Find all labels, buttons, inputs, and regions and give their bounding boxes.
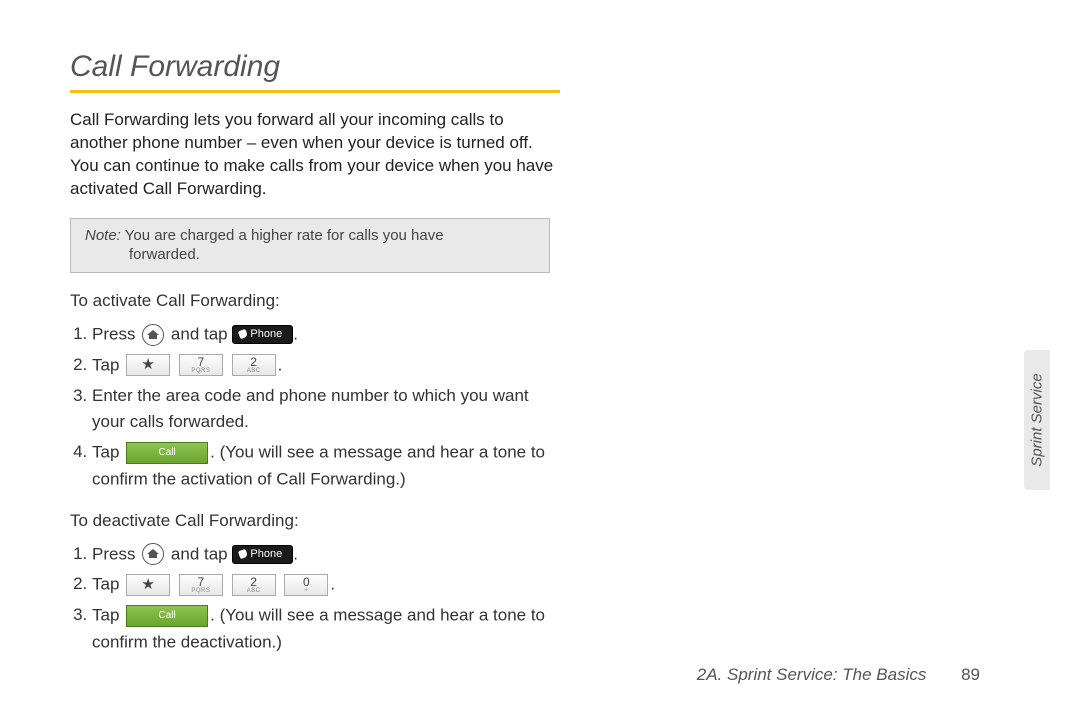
call-button-icon: Call <box>126 442 208 464</box>
dial-key-7: 7PQRS <box>179 574 223 596</box>
footer-page-number: 89 <box>961 665 980 685</box>
activate-step-4: Tap Call. (You will see a message and he… <box>92 439 562 492</box>
phone-button-icon: Phone <box>232 545 293 564</box>
deactivate-step-1: Press and tap Phone. <box>92 541 562 568</box>
page-footer: 2A. Sprint Service: The Basics 89 <box>697 665 980 685</box>
dial-key-7: 7PQRS <box>179 354 223 376</box>
note-text-line2: forwarded. <box>85 246 535 265</box>
activate-heading: To activate Call Forwarding: <box>70 291 560 311</box>
dial-key-star: ★ <box>126 354 170 376</box>
activate-step-2: Tap ★ 7PQRS 2ABC. <box>92 352 562 379</box>
home-icon <box>142 324 164 346</box>
dial-key-0: 0+ <box>284 574 328 596</box>
home-icon <box>142 543 164 565</box>
activate-step-1: Press and tap Phone. <box>92 321 562 348</box>
page-title: Call Forwarding <box>70 50 560 93</box>
dial-key-2: 2ABC <box>232 574 276 596</box>
deactivate-steps: Press and tap Phone. Tap ★ 7PQRS 2ABC 0+… <box>92 541 562 656</box>
phone-button-icon: Phone <box>232 325 293 344</box>
side-tab: Sprint Service <box>1024 350 1050 490</box>
intro-paragraph: Call Forwarding lets you forward all you… <box>70 109 560 201</box>
activate-steps: Press and tap Phone. Tap ★ 7PQRS 2ABC. E… <box>92 321 562 492</box>
deactivate-step-3: Tap Call. (You will see a message and he… <box>92 602 562 655</box>
activate-step-3: Enter the area code and phone number to … <box>92 383 562 436</box>
deactivate-step-2: Tap ★ 7PQRS 2ABC 0+. <box>92 571 562 598</box>
call-button-icon: Call <box>126 605 208 627</box>
deactivate-heading: To deactivate Call Forwarding: <box>70 511 560 531</box>
note-label: Note: <box>85 227 121 244</box>
note-text-line1: You are charged a higher rate for calls … <box>125 227 444 244</box>
dial-key-2: 2ABC <box>232 354 276 376</box>
footer-section: 2A. Sprint Service: The Basics <box>697 665 927 684</box>
dial-key-star: ★ <box>126 574 170 596</box>
note-box: Note: You are charged a higher rate for … <box>70 218 550 274</box>
side-tab-label: Sprint Service <box>1029 373 1046 466</box>
